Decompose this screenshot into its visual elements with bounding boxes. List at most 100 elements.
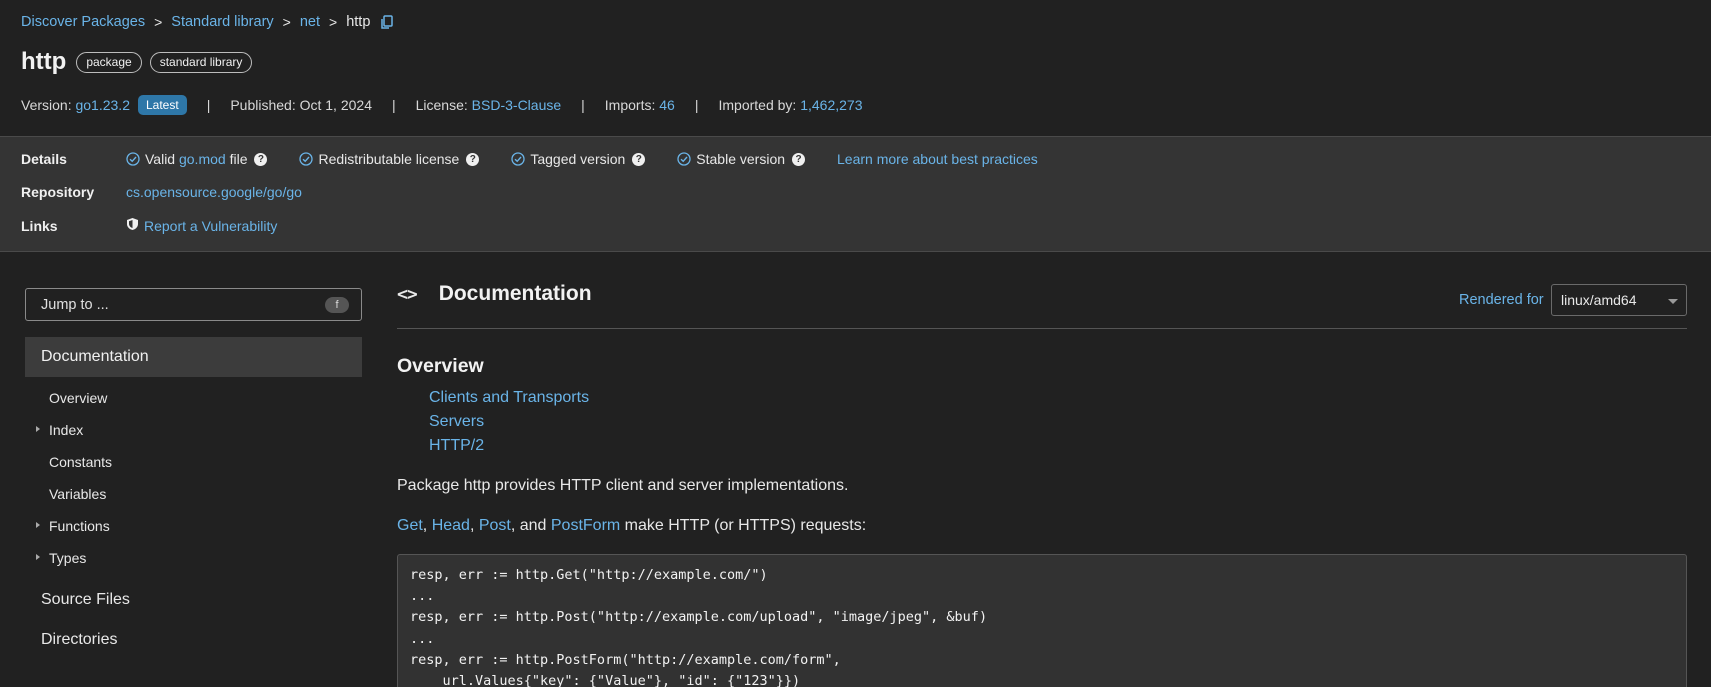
- published-date: Published: Oct 1, 2024: [230, 97, 372, 113]
- valid-gomod-check: Valid go.mod file ?: [126, 151, 268, 167]
- request-funcs-paragraph: Get, Head, Post, and PostForm make HTTP …: [397, 517, 866, 535]
- stable-label: Stable version: [696, 151, 786, 167]
- sidebar-item-constants[interactable]: Constants: [49, 454, 112, 470]
- breadcrumb: Discover Packages > Standard library > n…: [21, 14, 394, 30]
- expand-caret-icon[interactable]: [36, 426, 40, 432]
- imports-link[interactable]: 46: [659, 97, 675, 113]
- breadcrumb-separator: >: [282, 14, 291, 30]
- meta-separator: |: [581, 97, 585, 113]
- latest-badge: Latest: [137, 95, 187, 115]
- keyboard-shortcut-badge: f: [325, 297, 349, 313]
- meta-separator: |: [694, 97, 699, 113]
- intro-paragraph: Package http provides HTTP client and se…: [397, 477, 849, 494]
- imports-label: Imports:: [604, 97, 656, 113]
- func-link-head[interactable]: Head: [432, 517, 470, 534]
- func-link-get[interactable]: Get: [397, 517, 423, 534]
- help-icon[interactable]: ?: [792, 152, 806, 166]
- package-header: Discover Packages > Standard library > n…: [0, 0, 1711, 136]
- funcs-suffix: make HTTP (or HTTPS) requests:: [620, 517, 867, 534]
- expand-caret-icon[interactable]: [36, 554, 40, 560]
- code-line: resp, err := http.PostForm("http://examp…: [410, 651, 841, 668]
- links-row: Links Report a Vulnerability: [21, 217, 277, 234]
- details-panel: Details Valid go.mod file ? Redistributa…: [0, 136, 1711, 252]
- details-label: Details: [21, 151, 67, 167]
- package-chip: package: [76, 51, 142, 73]
- platform-select[interactable]: linux/amd64: [1551, 284, 1687, 316]
- breadcrumb-discover-packages[interactable]: Discover Packages: [21, 14, 145, 30]
- meta-separator: |: [391, 97, 396, 113]
- check-circle-icon: [299, 152, 314, 166]
- help-icon[interactable]: ?: [254, 152, 268, 166]
- code-line: url.Values{"key": {"Value"}, "id": {"123…: [410, 673, 801, 687]
- repository-link[interactable]: cs.opensource.google/go/go: [126, 184, 302, 200]
- sidebar-item-index[interactable]: Index: [49, 422, 83, 438]
- repository-row: Repository cs.opensource.google/go/go: [21, 184, 302, 200]
- funcs-and: , and: [510, 517, 551, 534]
- links-label: Links: [21, 217, 58, 234]
- code-line: resp, err := http.Post("http://example.c…: [410, 609, 988, 626]
- tagged-check: Tagged version ?: [511, 151, 646, 167]
- repository-label: Repository: [21, 184, 95, 200]
- funcs-separator: ,: [422, 517, 432, 534]
- valid-suffix: file: [229, 151, 248, 167]
- imported-by-label: Imported by:: [718, 97, 797, 113]
- stable-check: Stable version ?: [677, 151, 806, 167]
- redistributable-label: Redistributable license: [318, 151, 460, 167]
- imported-by-link[interactable]: 1,462,273: [800, 97, 862, 113]
- page-title: http: [21, 48, 67, 75]
- func-link-post[interactable]: Post: [479, 517, 511, 534]
- check-circle-icon: [511, 152, 525, 166]
- license-link[interactable]: BSD-3-Clause: [472, 97, 561, 113]
- breadcrumb-current: http: [346, 14, 371, 30]
- code-block: resp, err := http.Get("http://example.co…: [397, 554, 1687, 687]
- chevron-down-icon: [1668, 299, 1678, 304]
- breadcrumb-net[interactable]: net: [300, 14, 320, 30]
- help-icon[interactable]: ?: [466, 152, 480, 166]
- breadcrumb-separator: >: [329, 14, 338, 30]
- shield-icon: [126, 217, 139, 234]
- learn-more-link[interactable]: Learn more about best practices: [837, 151, 1038, 167]
- code-brackets-icon: <>: [397, 283, 418, 305]
- platform-value: linux/amd64: [1561, 292, 1637, 308]
- documentation-title: Documentation: [438, 282, 592, 305]
- check-circle-icon: [126, 152, 140, 166]
- sidebar-item-documentation[interactable]: Documentation: [25, 337, 362, 377]
- breadcrumb-standard-library[interactable]: Standard library: [171, 14, 273, 30]
- sidebar-item-types[interactable]: Types: [49, 550, 86, 566]
- funcs-separator: ,: [469, 517, 479, 534]
- sidebar-item-variables[interactable]: Variables: [49, 486, 106, 502]
- details-row: Details Valid go.mod file ? Redistributa…: [21, 151, 1038, 167]
- expand-caret-icon[interactable]: [36, 522, 40, 528]
- code-line: resp, err := http.Get("http://example.co…: [410, 567, 768, 583]
- valid-prefix: Valid: [145, 151, 176, 167]
- title-row: http package standard library: [21, 48, 260, 76]
- sidebar-item-source-files[interactable]: Source Files: [41, 591, 130, 609]
- version-link[interactable]: go1.23.2: [75, 97, 130, 113]
- overview-link-servers[interactable]: Servers: [429, 413, 484, 431]
- sidebar-item-functions[interactable]: Functions: [49, 518, 110, 534]
- overview-link-http2[interactable]: HTTP/2: [429, 437, 484, 455]
- code-line: ...: [410, 588, 435, 605]
- divider: [397, 328, 1687, 329]
- code-line: ...: [410, 630, 435, 647]
- copy-icon[interactable]: [380, 15, 394, 29]
- meta-separator: |: [206, 97, 211, 113]
- overview-link-clients-transports[interactable]: Clients and Transports: [429, 389, 589, 407]
- redistributable-check: Redistributable license ?: [299, 151, 480, 167]
- sidebar-item-directories[interactable]: Directories: [41, 631, 117, 649]
- meta-row: Version: go1.23.2 Latest | Published: Oc…: [21, 95, 863, 115]
- jump-to-input[interactable]: Jump to ... f: [25, 288, 362, 321]
- rendered-for-label: Rendered for: [1459, 292, 1544, 308]
- documentation-header: <> Documentation: [397, 282, 592, 306]
- sidebar-item-overview[interactable]: Overview: [49, 390, 107, 406]
- check-circle-icon: [677, 152, 691, 166]
- tagged-label: Tagged version: [530, 151, 626, 167]
- version-label: Version:: [21, 97, 72, 113]
- jump-to-placeholder: Jump to ...: [41, 296, 109, 313]
- func-link-postform[interactable]: PostForm: [551, 517, 620, 534]
- help-icon[interactable]: ?: [632, 152, 646, 166]
- report-vulnerability-link[interactable]: Report a Vulnerability: [144, 218, 277, 234]
- overview-heading: Overview: [397, 355, 484, 377]
- gomod-link[interactable]: go.mod: [179, 151, 226, 167]
- license-label: License:: [415, 97, 468, 113]
